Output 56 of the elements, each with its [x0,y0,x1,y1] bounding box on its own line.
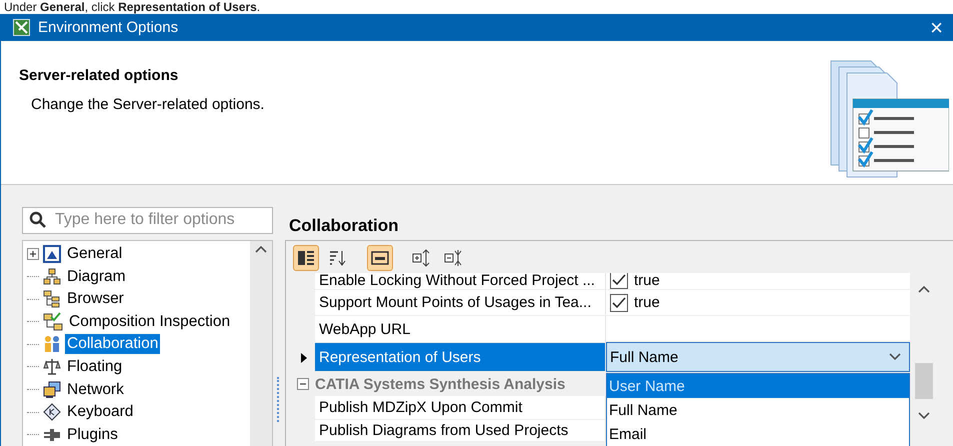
collapse-all-icon [444,249,464,267]
property-name[interactable]: Publish Diagrams from Used Projects [315,420,606,442]
tree-item[interactable]: Network [65,380,126,400]
sort-icon [329,249,347,267]
description-toggle-button[interactable] [367,245,393,271]
tree-item[interactable]: Keyboard [65,402,136,422]
categorized-view-button[interactable] [293,245,319,271]
close-button[interactable]: × [926,16,947,38]
tree-item[interactable]: Diagram [65,266,128,287]
property-name[interactable]: Representation of Users [315,343,606,372]
chevron-down-icon[interactable] [889,353,901,361]
property-name[interactable]: Enable Locking Without Forced Project ... [315,273,606,290]
property-value: true [634,273,660,289]
scrollbar[interactable] [250,240,272,446]
computers-icon [43,380,61,399]
scroll-up-icon[interactable] [255,244,267,253]
property-name[interactable]: WebApp URL [315,316,606,343]
app-logo-icon [13,19,30,36]
search-icon [29,211,47,230]
picture-frame-icon [43,244,61,263]
tree-item[interactable]: Floating [65,356,124,377]
hierarchy-icon [43,268,61,286]
scales-icon [43,358,61,376]
scroll-thumb[interactable] [914,363,932,399]
scroll-up-icon[interactable] [918,285,930,293]
instruction-text: Under General, click Representation of Users. [3,0,262,14]
value-cell[interactable] [606,316,910,343]
filter-field[interactable]: Type here to filter options [22,207,273,234]
window-title: Environment Options [38,19,180,36]
key-diamond-icon [43,403,61,422]
tree-item[interactable]: Composition Inspection [67,312,232,332]
section-description: Change the Server-related options. [30,96,266,113]
expand-icon[interactable] [27,248,39,260]
expand-all-icon [412,249,432,267]
categories-icon [297,249,315,267]
panel-title: Collaboration [288,215,400,237]
tree-item[interactable]: Plugins [65,424,120,445]
people-icon [43,335,61,354]
scroll-down-icon[interactable] [918,412,930,420]
tree-item[interactable]: Browser [65,289,126,310]
section-title: Server-related options [19,67,180,84]
panel-icon [371,251,389,265]
dropdown-field[interactable]: Full Name [606,342,910,372]
checkbox[interactable] [610,273,628,289]
property-name[interactable]: Support Mount Points of Usages in Tea... [315,290,606,316]
collapse-icon[interactable] [297,378,309,390]
folder-check-icon [43,312,63,332]
checkbox[interactable] [610,294,628,312]
property-name[interactable]: Publish MDZipX Upon Commit [315,396,606,420]
folder-tree-icon [43,290,61,308]
tree-item[interactable]: General [65,244,124,264]
group-heading: CATIA Systems Synthesis Analysis [315,376,566,392]
tree-item[interactable]: Collaboration [65,334,160,354]
property-value: true [634,294,660,311]
dropdown-option[interactable]: User Name [607,374,909,398]
splitter-handle[interactable] [277,377,281,422]
